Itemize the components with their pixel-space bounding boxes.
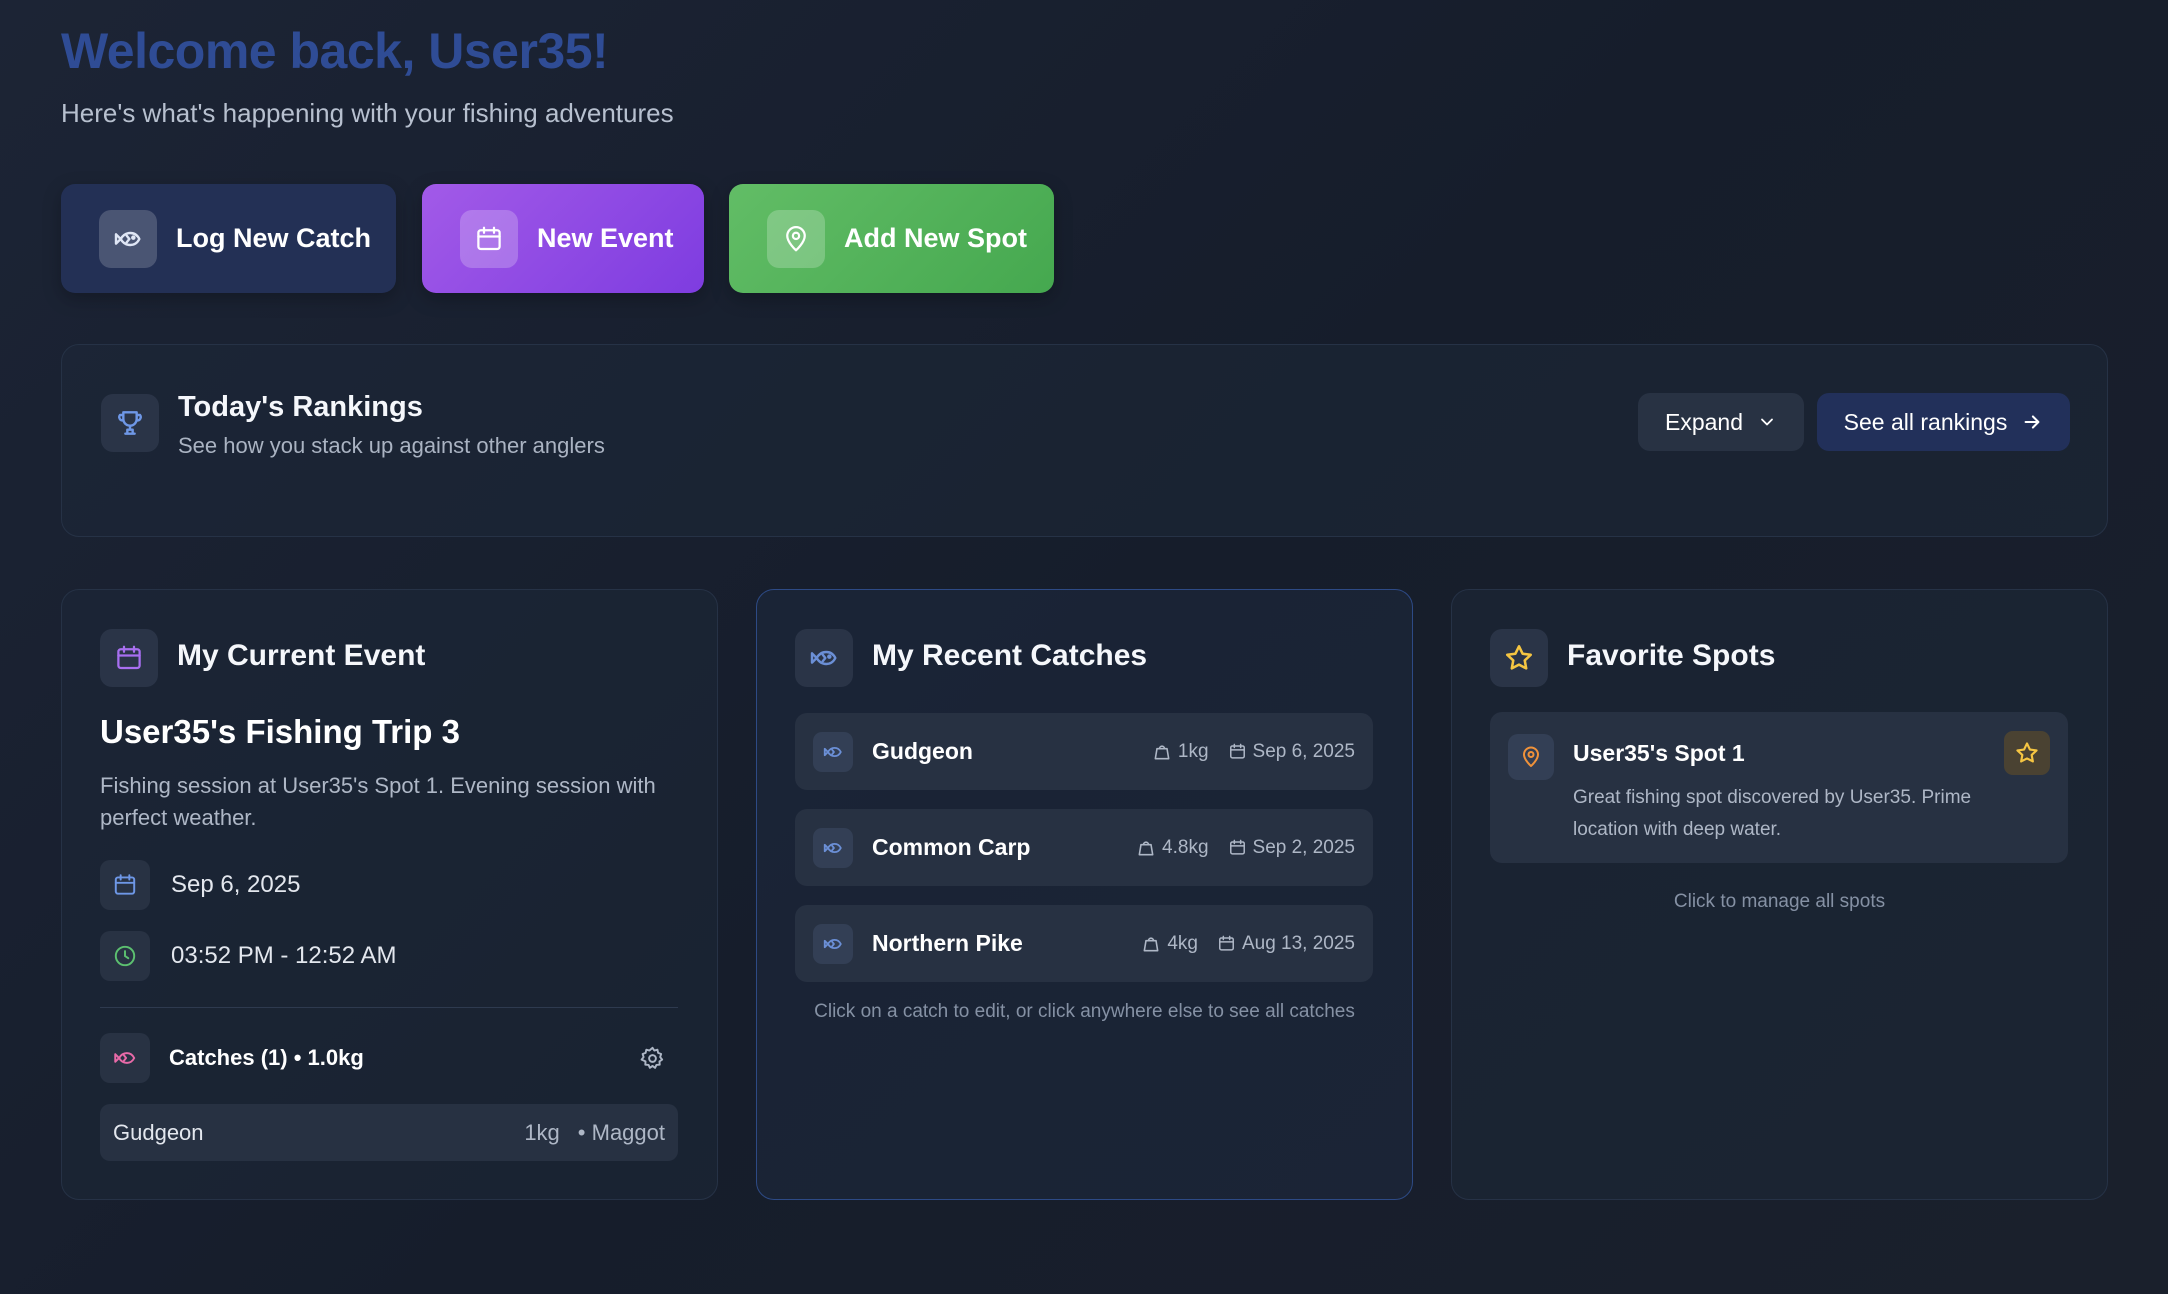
catch-row[interactable]: Northern Pike 4kg Aug 13, 2025 [795,905,1373,982]
map-pin-icon [767,209,825,268]
chevron-down-icon [1761,418,1773,426]
catch-species: Northern Pike [872,930,1023,956]
event-catch-weight: 1kg [524,1119,560,1145]
new-event-label: New Event [537,223,674,253]
fish-icon [100,1033,150,1083]
event-catch-species: Gudgeon [113,1119,204,1145]
favorite-spots-card[interactable]: Favorite Spots User35's Spot 1 Great fis… [1451,589,2108,1200]
gear-icon[interactable] [639,1045,666,1077]
catch-row[interactable]: Gudgeon 1kg Sep 6, 2025 [795,713,1373,790]
spot-description: Great fishing spot discovered by User35.… [1573,787,1972,840]
event-time: 03:52 PM - 12:52 AM [171,942,397,969]
add-new-spot-label: Add New Spot [844,223,1027,253]
calendar-icon [1218,935,1234,951]
catch-species: Common Carp [872,834,1031,860]
rankings-title: Today's Rankings [178,391,423,423]
recent-catches-heading: My Recent Catches [872,639,1148,672]
fish-icon [99,209,157,268]
spot-name: User35's Spot 1 [1573,740,1745,766]
weight-icon [1143,936,1159,951]
expand-rankings-button[interactable]: Expand [1638,393,1804,451]
event-date-row: Sep 6, 2025 [100,860,300,910]
weight-icon [1138,840,1154,855]
event-catch-row[interactable]: Gudgeon 1kg • Maggot [100,1104,678,1161]
calendar-icon [1229,839,1245,855]
expand-label: Expand [1664,408,1743,435]
star-icon [1490,629,1548,687]
divider [100,1007,678,1008]
event-time-row: 03:52 PM - 12:52 AM [100,931,396,981]
rankings-subtitle: See how you stack up against other angle… [178,433,605,458]
fish-icon [813,827,853,868]
fish-icon [813,923,853,964]
catch-weight: 1kg [1152,741,1209,763]
see-all-rankings-label: See all rankings [1843,408,2008,435]
catch-weight: 4.8kg [1136,837,1209,859]
catch-date: Aug 13, 2025 [1217,933,1355,955]
current-event-heading: My Current Event [177,639,426,672]
arrow-right-icon [2024,415,2040,429]
calendar-icon [460,209,518,268]
new-event-button[interactable]: New Event [422,184,704,293]
event-date: Sep 6, 2025 [171,871,301,898]
dashboard-page: Welcome back, User35! Here's what's happ… [0,0,2168,1294]
event-catch-bait: • Maggot [577,1119,665,1145]
recent-catches-hint: Click on a catch to edit, or click anywh… [814,1001,1355,1022]
welcome-subtitle: Here's what's happening with your fishin… [61,98,674,128]
calendar-icon [100,629,158,687]
map-pin-icon [1508,734,1554,780]
favorite-star-button[interactable] [2004,731,2050,775]
favorite-spots-hint: Click to manage all spots [1673,891,1886,912]
catch-species: Gudgeon [872,738,973,764]
add-new-spot-button[interactable]: Add New Spot [729,184,1054,293]
current-event-card[interactable]: My Current Event User35's Fishing Trip 3… [61,589,718,1200]
event-catches-summary: Catches (1) • 1.0kg [169,1045,364,1070]
log-new-catch-label: Log New Catch [176,223,372,253]
recent-catches-card[interactable]: My Recent Catches Gudgeon 1kg Sep 6, 202… [756,589,1413,1200]
catch-date: Sep 2, 2025 [1228,837,1355,859]
star-icon [2016,742,2038,763]
fish-icon [795,629,853,687]
catch-date: Sep 6, 2025 [1228,741,1355,763]
fish-icon [813,731,853,772]
catch-weight: 4kg [1141,933,1198,955]
clock-icon [100,931,150,981]
event-description: Fishing session at User35's Spot 1. Even… [100,773,656,830]
favorite-spots-heading: Favorite Spots [1567,639,1776,672]
catch-row[interactable]: Common Carp 4.8kg Sep 2, 2025 [795,809,1373,886]
event-catches-header: Catches (1) • 1.0kg [100,1033,364,1083]
weight-icon [1154,744,1170,759]
event-title: User35's Fishing Trip 3 [100,713,460,750]
calendar-icon [1229,743,1245,759]
log-new-catch-button[interactable]: Log New Catch [61,184,396,293]
spot-item[interactable]: User35's Spot 1 Great fishing spot disco… [1490,712,2068,863]
calendar-icon [100,860,150,910]
see-all-rankings-button[interactable]: See all rankings [1817,393,2070,451]
trophy-icon [101,394,159,452]
welcome-title: Welcome back, User35! [61,23,609,79]
rankings-panel: Today's Rankings See how you stack up ag… [61,344,2108,537]
